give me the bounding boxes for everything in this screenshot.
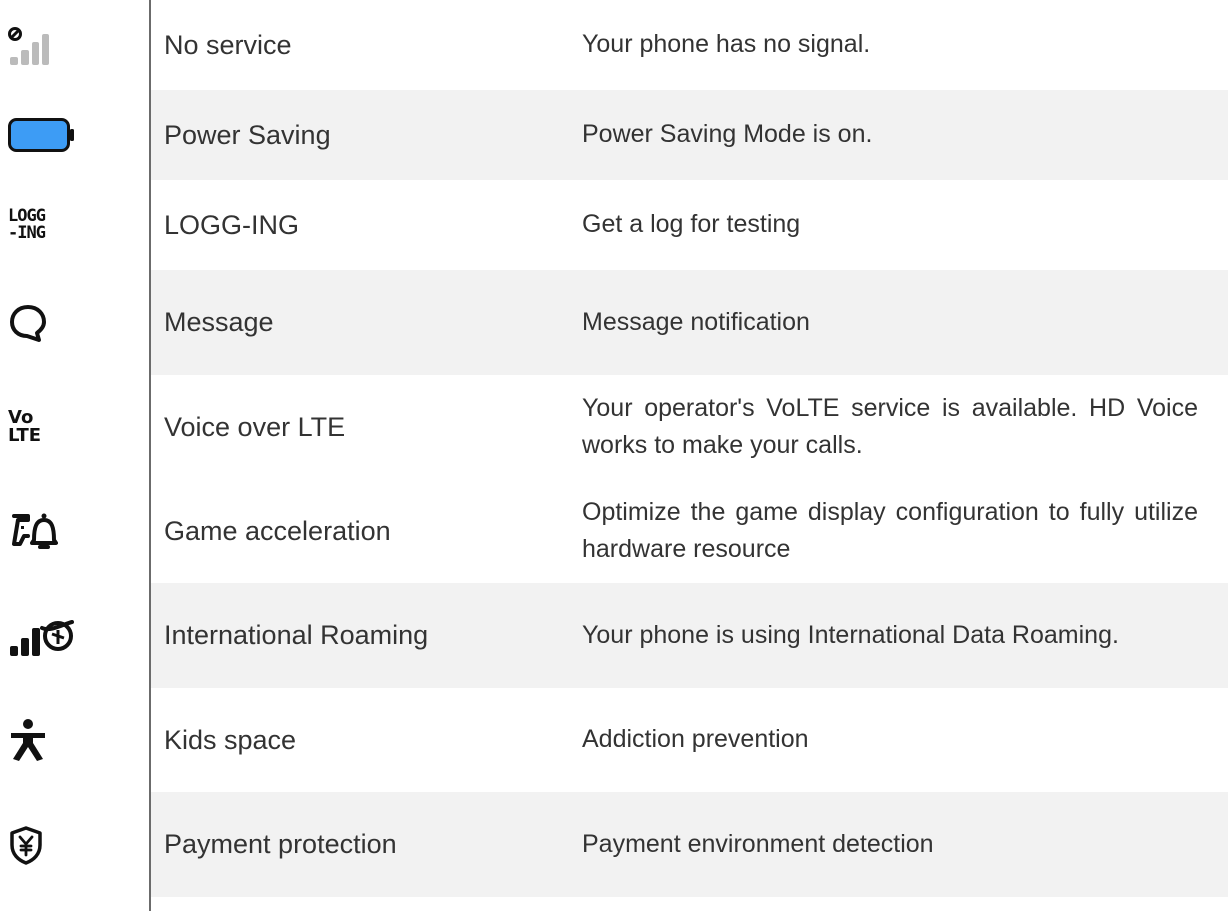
kids-space-icon xyxy=(0,688,150,792)
row-name: International Roaming xyxy=(150,583,566,688)
column-divider xyxy=(149,0,151,911)
volte-icon: Vo LTE xyxy=(8,407,42,446)
row-name: No service xyxy=(164,29,292,60)
row-description: Get a log for testing xyxy=(582,210,801,239)
row-description: Addiction prevention xyxy=(582,725,809,754)
row-name: Power Saving xyxy=(150,90,566,180)
no-signal-icon xyxy=(0,0,150,90)
row-description: Your phone is using International Data R… xyxy=(566,583,1228,688)
battery-power-saving-icon xyxy=(0,90,150,180)
table-row: Power Saving Power Saving Mode is on. xyxy=(0,90,1228,180)
row-name: Message xyxy=(150,270,566,375)
logging-icon: LOGG -ING xyxy=(8,206,46,243)
row-description: Your operator's VoLTE service is availab… xyxy=(582,393,1198,460)
table-row: No service Your phone has no signal. xyxy=(0,0,1228,90)
table-row: International Roaming Your phone is usin… xyxy=(0,583,1228,688)
row-description: Power Saving Mode is on. xyxy=(566,90,1228,180)
row-name: Game acceleration xyxy=(164,515,391,546)
international-roaming-icon xyxy=(0,583,150,688)
row-name: Voice over LTE xyxy=(164,411,346,442)
game-acceleration-icon xyxy=(0,479,150,583)
payment-protection-icon xyxy=(0,792,150,897)
row-name: Payment protection xyxy=(150,792,566,897)
row-description: Optimize the game display configuration … xyxy=(582,497,1198,564)
row-name: Kids space xyxy=(164,724,297,755)
row-description: Message notification xyxy=(566,270,1228,375)
table-row: Kids space Addiction prevention xyxy=(0,688,1228,792)
row-description: Your phone has no signal. xyxy=(582,30,871,59)
table-row: Message Message notification xyxy=(0,270,1228,375)
table-row: Game acceleration Optimize the game disp… xyxy=(0,479,1228,583)
table-row: Vo LTE Voice over LTE Your operator's Vo… xyxy=(0,375,1228,479)
row-description: Payment environment detection xyxy=(566,792,1228,897)
table-row: LOGG -ING LOGG-ING Get a log for testing xyxy=(0,180,1228,270)
table-row: Payment protection Payment environment d… xyxy=(0,792,1228,897)
row-name: LOGG-ING xyxy=(164,209,300,240)
status-icon-table: No service Your phone has no signal. Pow… xyxy=(0,0,1228,897)
message-icon xyxy=(0,270,150,375)
